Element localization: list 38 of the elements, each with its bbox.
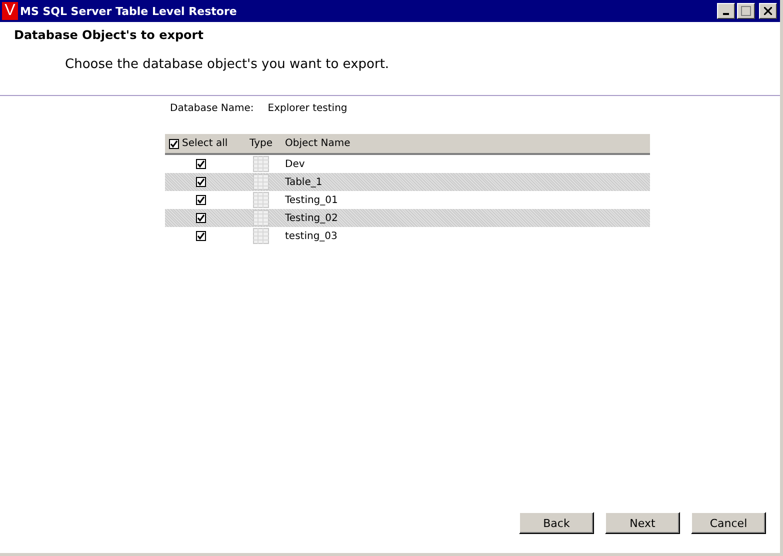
checkbox[interactable]: [196, 213, 206, 223]
table-icon: [253, 210, 269, 226]
maximize-button[interactable]: [737, 3, 755, 19]
wizard-button[interactable]: Cancel: [691, 512, 766, 534]
page-title: Database Object's to export: [14, 28, 204, 42]
object-name: Testing_01: [285, 194, 338, 206]
checkbox[interactable]: [196, 159, 206, 169]
window-title: MS SQL Server Table Level Restore: [20, 4, 238, 18]
column-header: Object Name: [285, 138, 350, 149]
database-name: Explorer testing: [268, 103, 348, 114]
checkbox[interactable]: [196, 231, 206, 241]
wizard-button[interactable]: Back: [519, 512, 594, 534]
close-icon: [764, 7, 772, 15]
object-name: Testing_02: [285, 212, 338, 224]
checkmark-icon: [197, 196, 205, 204]
wizard-button[interactable]: Next: [605, 512, 680, 534]
object-name: Dev: [285, 158, 305, 170]
object-name: testing_03: [285, 230, 338, 242]
checkbox[interactable]: [169, 138, 179, 148]
database-label: Database Name:: [170, 103, 254, 114]
checkmark-icon: [197, 178, 205, 186]
table-icon: [253, 228, 269, 244]
close-button[interactable]: [759, 3, 777, 19]
table-icon: [253, 192, 269, 208]
column-header: Select all: [182, 138, 228, 149]
checkmark-icon: [197, 160, 205, 168]
maximize-icon: [741, 6, 751, 16]
checkmark-icon: [197, 214, 205, 222]
checkmark-icon: [170, 140, 178, 148]
checkbox[interactable]: [196, 195, 206, 205]
app-logo: V: [2, 2, 18, 20]
checkbox[interactable]: [196, 177, 206, 187]
checkmark-icon: [197, 232, 205, 240]
column-header: Type: [250, 138, 272, 149]
page-subtitle: Choose the database object's you want to export.: [65, 57, 390, 72]
minimize-button[interactable]: [717, 3, 735, 19]
table-icon: [253, 174, 269, 190]
object-name: Table_1: [285, 176, 322, 188]
